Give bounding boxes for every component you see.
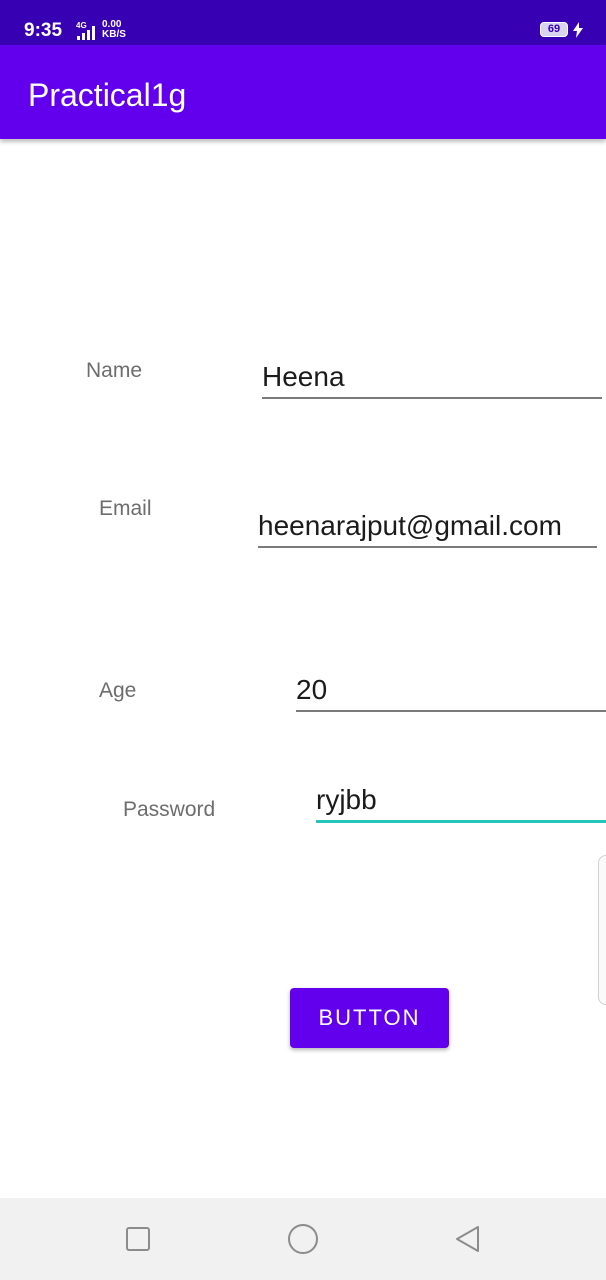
navigation-bar <box>0 1198 606 1280</box>
signal-bars-icon <box>77 26 95 40</box>
password-label: Password <box>123 798 216 821</box>
email-underline <box>258 546 597 548</box>
triangle-back-icon[interactable] <box>452 1223 484 1255</box>
app-title: Practical1g <box>28 77 187 113</box>
battery-icon: 69 <box>540 22 568 37</box>
password-underline <box>316 820 606 823</box>
name-input[interactable]: Heena <box>262 360 345 394</box>
name-label: Name <box>86 359 143 382</box>
age-input[interactable]: 20 <box>296 673 327 707</box>
email-input[interactable]: heenarajput@gmail.com <box>258 509 562 543</box>
password-input[interactable]: ryjbb <box>316 783 377 817</box>
email-label: Email <box>99 497 152 520</box>
name-underline <box>262 397 602 399</box>
charging-bolt-icon <box>573 22 583 38</box>
network-speed-unit: KB/S <box>102 29 126 40</box>
battery-level: 69 <box>547 23 561 35</box>
status-bar: 9:35 4G 0.00 KB/S 69 <box>0 0 606 45</box>
age-label: Age <box>99 679 137 702</box>
edge-panel-handle[interactable] <box>598 855 606 1005</box>
network-speed: 0.00 KB/S <box>102 20 126 40</box>
status-time: 9:35 <box>24 20 63 41</box>
circle-home-icon[interactable] <box>287 1223 319 1255</box>
age-underline <box>296 710 606 712</box>
square-recents-icon[interactable] <box>122 1223 154 1255</box>
app-bar: Practical1g <box>0 45 606 139</box>
submit-button[interactable]: BUTTON <box>290 988 449 1048</box>
